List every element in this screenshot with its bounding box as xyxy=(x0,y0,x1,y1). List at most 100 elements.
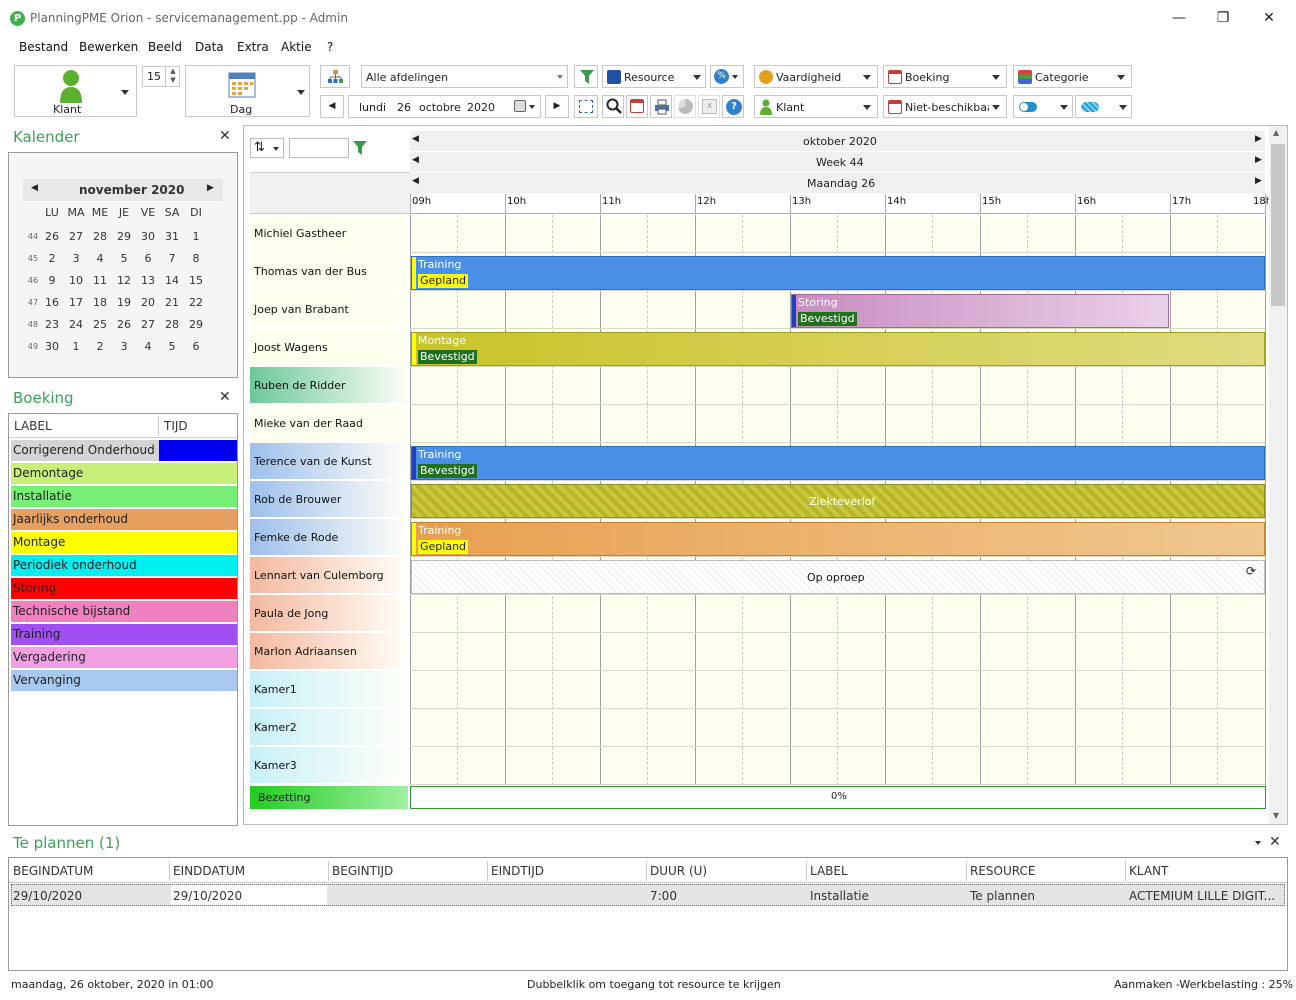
resource-label[interactable]: Thomas van der Bus xyxy=(250,253,408,290)
calendar-day[interactable]: 16 xyxy=(40,296,64,309)
close-icon[interactable]: ✕ xyxy=(219,128,231,144)
next-month-button[interactable]: ▶ xyxy=(207,183,214,193)
calendar-day[interactable]: 2 xyxy=(88,340,112,353)
category-select[interactable]: Categorie xyxy=(1013,65,1132,88)
chevron-down-icon[interactable] xyxy=(1255,841,1261,845)
filter-button[interactable] xyxy=(574,65,598,88)
calendar-day[interactable]: 24 xyxy=(64,318,88,331)
resource-filter-input[interactable] xyxy=(289,138,349,158)
calendar-day[interactable]: 11 xyxy=(88,274,112,287)
calendar-day[interactable]: 25 xyxy=(88,318,112,331)
calendar-day[interactable]: 6 xyxy=(184,340,208,353)
menu-bestand[interactable]: Bestand xyxy=(19,40,68,54)
calendar-day[interactable]: 9 xyxy=(40,274,64,287)
close-window-button[interactable]: ✕ xyxy=(1246,6,1292,30)
resource-label[interactable]: Paula de Jong xyxy=(250,595,408,632)
menu-bewerken[interactable]: Bewerken xyxy=(79,40,138,54)
task-sick-leave-rob[interactable]: Ziekteverlof xyxy=(411,484,1265,518)
table-cell[interactable]: 7:00 xyxy=(650,889,677,903)
task-montage-joost[interactable]: Montage Bevestigd xyxy=(411,332,1265,366)
column-header[interactable]: EINDTIJD xyxy=(491,864,544,878)
sort-button[interactable]: ⇅ xyxy=(250,138,284,158)
menu-data[interactable]: Data xyxy=(195,40,224,54)
scroll-down-arrow[interactable]: ▼ xyxy=(1273,811,1279,820)
date-picker[interactable]: lundi 26 octobre 2020 xyxy=(348,95,541,118)
stepper-arrows-icon[interactable]: ▲ ▼ xyxy=(165,67,180,86)
next-month-arrow[interactable]: ▶ xyxy=(1255,134,1262,144)
excel-export-button[interactable]: x xyxy=(698,95,720,118)
booking-item[interactable]: Vergadering xyxy=(11,647,237,669)
calendar-day[interactable]: 31 xyxy=(160,230,184,243)
filter-icon[interactable] xyxy=(353,141,367,158)
resource-label[interactable]: Terence van de Kunst xyxy=(250,443,408,480)
resource-label[interactable]: Michiel Gastheer xyxy=(250,215,408,252)
customer-select[interactable]: Klant xyxy=(754,95,878,118)
calendar-day[interactable]: 1 xyxy=(184,230,208,243)
calendar-day[interactable]: 13 xyxy=(136,274,160,287)
booking-item[interactable]: Periodiek onderhoud xyxy=(11,555,237,577)
previous-month-arrow[interactable]: ◀ xyxy=(412,134,419,144)
calendar-day[interactable]: 5 xyxy=(160,340,184,353)
department-select[interactable]: Alle afdelingen xyxy=(361,65,568,88)
column-header[interactable]: DUUR (U) xyxy=(650,864,707,878)
booking-select[interactable]: Boeking xyxy=(883,65,1007,88)
resource-label[interactable]: Marlon Adriaansen xyxy=(250,633,408,670)
next-date-button[interactable]: ▶ xyxy=(545,95,569,118)
menu-aktie[interactable]: Aktie xyxy=(281,40,312,54)
chart-button[interactable] xyxy=(674,95,696,118)
percent-select[interactable]: % xyxy=(710,65,744,88)
calendar-day[interactable]: 26 xyxy=(40,230,64,243)
calendar-day[interactable]: 5 xyxy=(112,252,136,265)
help-button[interactable]: ? xyxy=(722,95,744,118)
calendar-day[interactable]: 7 xyxy=(160,252,184,265)
previous-month-button[interactable]: ◀ xyxy=(31,183,38,193)
select-area-button[interactable] xyxy=(574,95,598,118)
booking-item[interactable]: Corrigerend Onderhoud xyxy=(11,440,237,462)
resource-label[interactable]: Lennart van Culemborg xyxy=(250,557,408,594)
close-icon[interactable]: ✕ xyxy=(219,389,231,405)
column-header[interactable]: RESOURCE xyxy=(970,864,1035,878)
calendar-day[interactable]: 27 xyxy=(64,230,88,243)
view-mode-button[interactable]: Dag xyxy=(185,65,310,117)
table-cell[interactable]: Installatie xyxy=(810,889,869,903)
calendar-day[interactable]: 6 xyxy=(136,252,160,265)
calendar-day[interactable]: 4 xyxy=(88,252,112,265)
booking-item[interactable]: Demontage xyxy=(11,463,237,485)
calendar-day[interactable]: 1 xyxy=(64,340,88,353)
table-cell[interactable]: Te plannen xyxy=(970,889,1035,903)
column-header-time[interactable]: TIJD xyxy=(164,419,188,433)
booking-item[interactable]: Jaarlijks onderhoud xyxy=(11,509,237,531)
column-header[interactable]: LABEL xyxy=(810,864,848,878)
calendar-day[interactable]: 21 xyxy=(160,296,184,309)
column-header-label[interactable]: LABEL xyxy=(14,419,52,433)
calendar-day[interactable]: 2 xyxy=(40,252,64,265)
calendar-day[interactable]: 30 xyxy=(40,340,64,353)
resource-label[interactable]: Joost Wagens xyxy=(250,329,408,366)
calendar-day[interactable]: 19 xyxy=(112,296,136,309)
calendar-add-button[interactable] xyxy=(626,95,648,118)
booking-item[interactable]: Technische bijstand xyxy=(11,601,237,623)
previous-day-arrow[interactable]: ◀ xyxy=(412,176,419,186)
maximize-button[interactable]: ❐ xyxy=(1200,6,1246,30)
booking-item[interactable]: Training xyxy=(11,624,237,646)
close-icon[interactable]: ✕ xyxy=(1269,834,1281,850)
table-cell[interactable]: 29/10/2020 xyxy=(13,889,82,903)
booking-item[interactable]: Installatie xyxy=(11,486,237,508)
calendar-day[interactable]: 28 xyxy=(160,318,184,331)
calendar-day[interactable]: 29 xyxy=(184,318,208,331)
resource-label[interactable]: Kamer2 xyxy=(250,709,408,746)
calendar-day[interactable]: 22 xyxy=(184,296,208,309)
calendar-day[interactable]: 15 xyxy=(184,274,208,287)
calendar-day[interactable]: 14 xyxy=(160,274,184,287)
previous-date-button[interactable]: ◀ xyxy=(320,95,344,118)
client-view-button[interactable]: Klant xyxy=(14,65,137,117)
calendar-day[interactable]: 18 xyxy=(88,296,112,309)
scrollbar-thumb[interactable] xyxy=(1271,144,1285,306)
task-on-call-lennart[interactable]: Op oproep ⟳ xyxy=(411,560,1265,594)
scroll-up-arrow[interactable]: ▲ xyxy=(1273,128,1279,137)
minimize-button[interactable]: — xyxy=(1156,6,1202,30)
resource-label[interactable]: Femke de Rode xyxy=(250,519,408,556)
toggle-select-1[interactable] xyxy=(1013,95,1073,118)
calendar-day[interactable]: 30 xyxy=(136,230,160,243)
print-button[interactable] xyxy=(650,95,672,118)
